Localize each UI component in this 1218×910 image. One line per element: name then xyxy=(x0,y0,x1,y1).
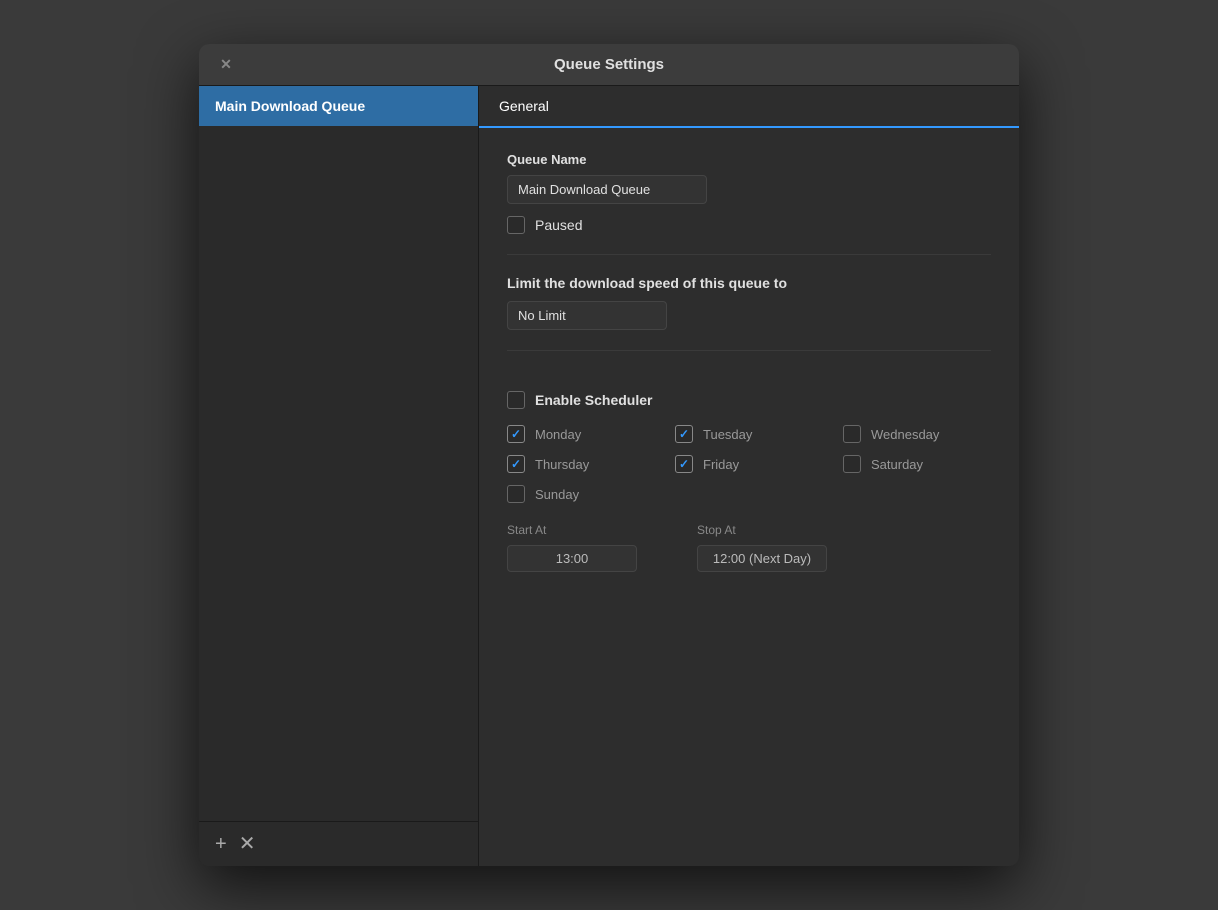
day-row-thursday: Thursday xyxy=(507,455,655,473)
sunday-checkbox[interactable] xyxy=(507,485,525,503)
day-row-monday: Monday xyxy=(507,425,655,443)
paused-label: Paused xyxy=(535,217,582,233)
stop-at-label: Stop At xyxy=(697,523,827,537)
tab-general[interactable]: General xyxy=(479,86,569,128)
day-row-tuesday: Tuesday xyxy=(675,425,823,443)
tabs-bar: General xyxy=(479,86,1019,128)
scheduler-section: Enable Scheduler Monday Tuesday xyxy=(507,371,991,582)
days-grid: Monday Tuesday Wednesday xyxy=(507,425,991,503)
remove-queue-button[interactable]: ✕ xyxy=(239,834,256,854)
stop-at-group: Stop At 12:00 (Next Day) xyxy=(697,523,827,572)
enable-scheduler-label: Enable Scheduler xyxy=(535,392,652,408)
wednesday-checkbox[interactable] xyxy=(843,425,861,443)
stop-at-value[interactable]: 12:00 (Next Day) xyxy=(697,545,827,572)
saturday-checkbox[interactable] xyxy=(843,455,861,473)
start-at-group: Start At 13:00 xyxy=(507,523,637,572)
monday-checkbox[interactable] xyxy=(507,425,525,443)
sidebar-spacer xyxy=(199,126,478,821)
tuesday-checkbox[interactable] xyxy=(675,425,693,443)
day-row-saturday: Saturday xyxy=(843,455,991,473)
day-row-friday: Friday xyxy=(675,455,823,473)
paused-checkbox[interactable] xyxy=(507,216,525,234)
day-row-sunday: Sunday xyxy=(507,485,655,503)
queue-name-value[interactable]: Main Download Queue xyxy=(507,175,707,204)
speed-limit-section: Limit the download speed of this queue t… xyxy=(507,275,991,351)
thursday-label: Thursday xyxy=(535,457,589,472)
speed-limit-dropdown[interactable]: No Limit xyxy=(507,301,667,330)
start-at-label: Start At xyxy=(507,523,637,537)
title-bar: ✕ Queue Settings xyxy=(199,44,1019,86)
sidebar-item-main-queue[interactable]: Main Download Queue xyxy=(199,86,478,126)
queue-name-section: Queue Name Main Download Queue Paused xyxy=(507,152,991,255)
content-area: Queue Name Main Download Queue Paused Li… xyxy=(479,128,1019,866)
sunday-label: Sunday xyxy=(535,487,579,502)
thursday-checkbox[interactable] xyxy=(507,455,525,473)
window-title: Queue Settings xyxy=(554,56,664,73)
saturday-label: Saturday xyxy=(871,457,923,472)
window-body: Main Download Queue + ✕ General Queue Na… xyxy=(199,86,1019,866)
add-queue-button[interactable]: + xyxy=(215,834,227,854)
monday-label: Monday xyxy=(535,427,581,442)
day-row-wednesday: Wednesday xyxy=(843,425,991,443)
start-at-value[interactable]: 13:00 xyxy=(507,545,637,572)
enable-scheduler-checkbox[interactable] xyxy=(507,391,525,409)
queue-name-label: Queue Name xyxy=(507,152,991,167)
sidebar: Main Download Queue + ✕ xyxy=(199,86,479,866)
friday-label: Friday xyxy=(703,457,739,472)
main-content: General Queue Name Main Download Queue P… xyxy=(479,86,1019,866)
speed-limit-label: Limit the download speed of this queue t… xyxy=(507,275,991,291)
friday-checkbox[interactable] xyxy=(675,455,693,473)
wednesday-label: Wednesday xyxy=(871,427,939,442)
paused-row: Paused xyxy=(507,216,991,234)
sidebar-footer: + ✕ xyxy=(199,821,478,866)
tuesday-label: Tuesday xyxy=(703,427,752,442)
time-section: Start At 13:00 Stop At 12:00 (Next Day) xyxy=(507,523,991,572)
queue-settings-window: ✕ Queue Settings Main Download Queue + ✕… xyxy=(199,44,1019,866)
scheduler-title-row: Enable Scheduler xyxy=(507,391,991,409)
close-button[interactable]: ✕ xyxy=(215,54,237,76)
